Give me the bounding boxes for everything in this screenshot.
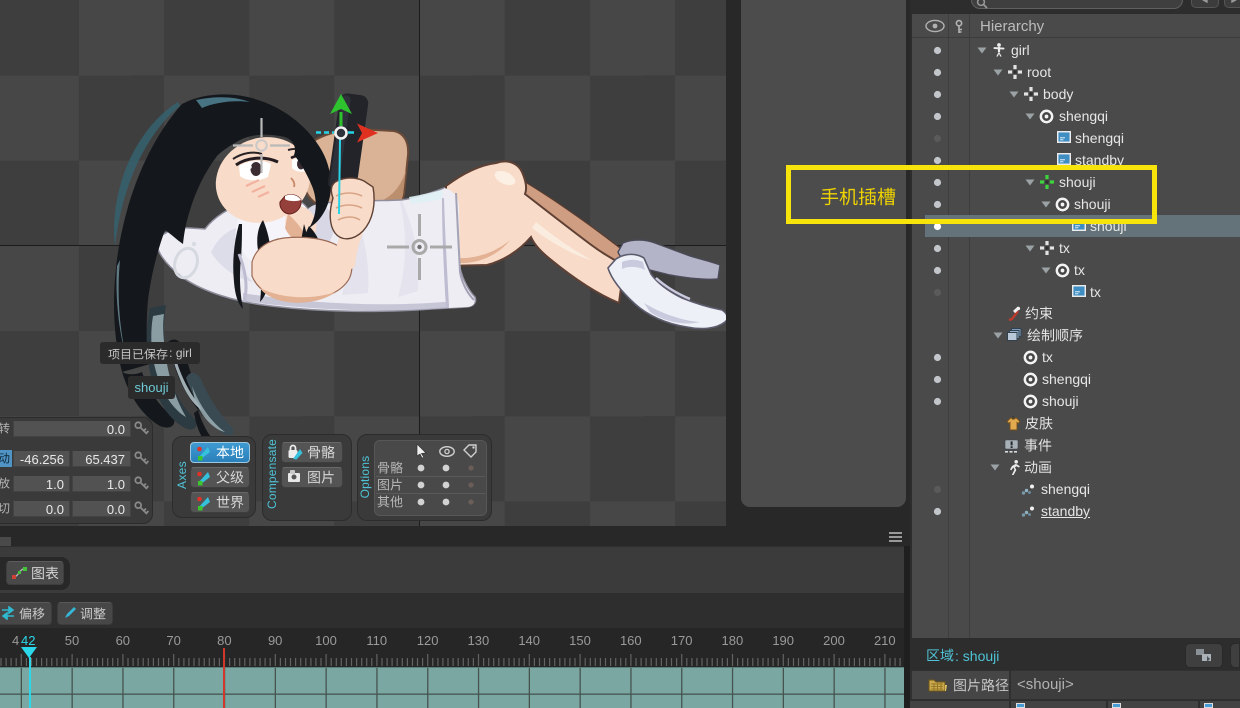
svg-text:?: ? xyxy=(1012,416,1015,422)
